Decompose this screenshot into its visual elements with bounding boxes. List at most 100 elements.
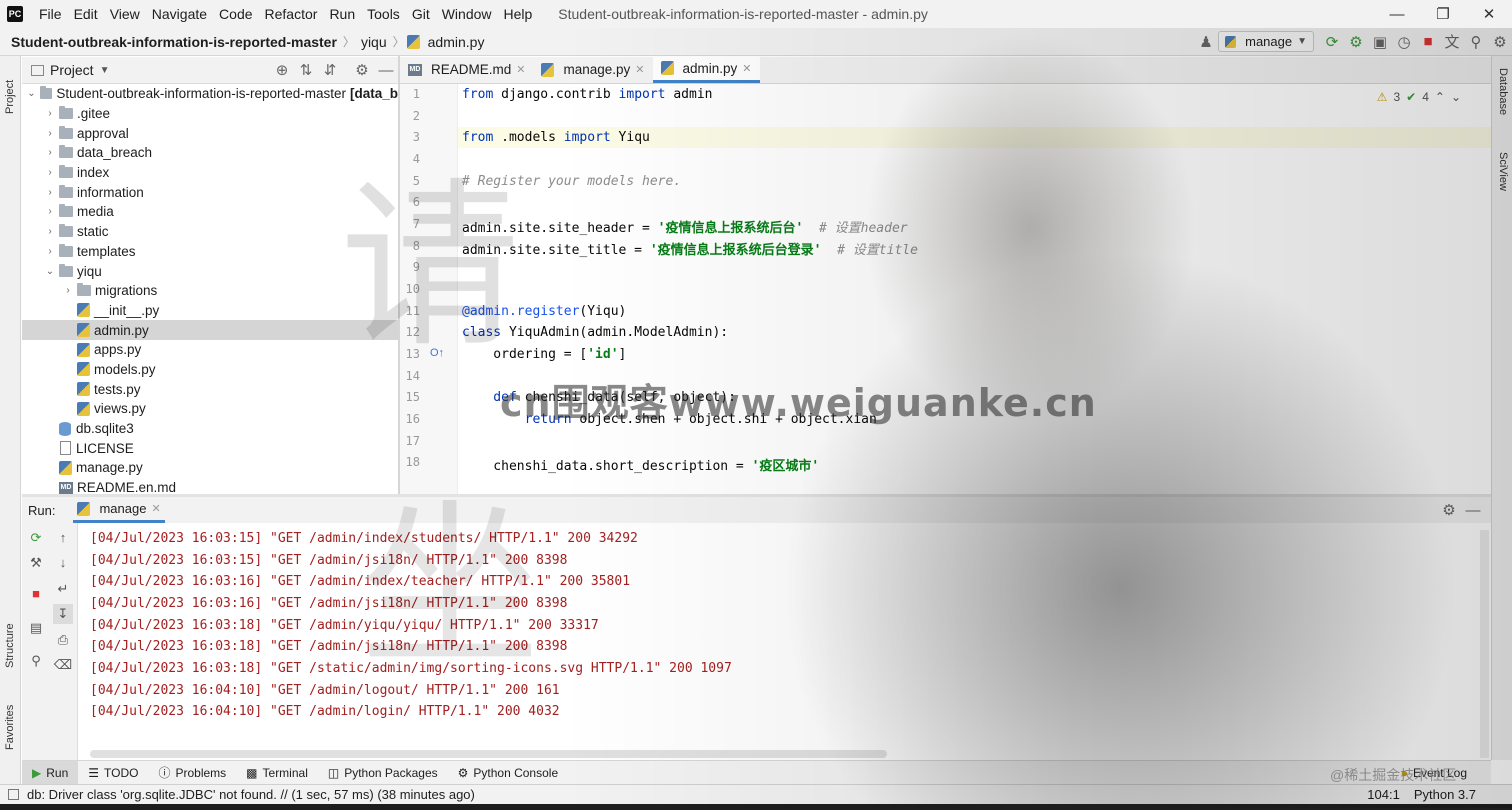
rerun-icon[interactable]: ⟳ [1320, 33, 1344, 51]
chevron-right-icon[interactable]: › [44, 187, 56, 198]
vertical-scrollbar[interactable] [1480, 530, 1489, 758]
menu-file[interactable]: File [33, 0, 68, 28]
tree-item-db-sqlite3[interactable]: db.sqlite3 [22, 419, 398, 439]
settings-gear-icon[interactable]: ⚙ [1488, 33, 1512, 51]
collapse-all-icon[interactable]: ⇵ [318, 61, 342, 79]
tab-event-log[interactable]: ● Event Log [1391, 761, 1477, 785]
chevron-right-icon[interactable]: › [44, 246, 56, 257]
chevron-right-icon[interactable]: › [44, 226, 56, 237]
close-icon[interactable]: ✕ [635, 63, 644, 76]
tab-readme-md[interactable]: MD README.md ✕ [400, 56, 533, 83]
inspection-widget[interactable]: ⚠ 3 ✔ 4 ⌃ ⌄ [1377, 90, 1461, 104]
tree-item-approval[interactable]: › approval [22, 123, 398, 143]
tree-item-readme-en[interactable]: MD README.en.md [22, 478, 398, 494]
chevron-down-icon[interactable]: ⌄ [1451, 90, 1461, 104]
menu-view[interactable]: View [104, 0, 146, 28]
tree-item-media[interactable]: › media [22, 202, 398, 222]
profile-icon[interactable]: ◷ [1392, 33, 1416, 51]
tab-terminal[interactable]: ▩ Terminal [236, 761, 318, 785]
status-toggle-icon[interactable] [8, 789, 19, 800]
cursor-position[interactable]: 104:1 [1367, 787, 1400, 802]
structure-tool-tab[interactable]: Structure [4, 606, 16, 668]
hide-panel-icon[interactable]: — [374, 62, 398, 79]
breadcrumb-project[interactable]: Student-outbreak-information-is-reported… [0, 34, 341, 50]
tree-item-root[interactable]: ⌄ Student-outbreak-information-is-report… [22, 84, 398, 104]
menu-window[interactable]: Window [436, 0, 498, 28]
tree-item-license[interactable]: LICENSE [22, 438, 398, 458]
chevron-right-icon[interactable]: › [44, 147, 56, 158]
horizontal-scrollbar[interactable] [90, 750, 887, 758]
tree-item-information[interactable]: › information [22, 182, 398, 202]
trash-icon[interactable]: ⌫ [53, 655, 73, 675]
run-console[interactable]: [04/Jul/2023 16:03:15] "GET /admin/index… [78, 523, 1480, 760]
tree-item-admin-py[interactable]: admin.py [22, 320, 398, 340]
tree-item-migrations[interactable]: › migrations [22, 281, 398, 301]
translate-icon[interactable]: 文 [1440, 31, 1464, 52]
tree-item-manage-py[interactable]: manage.py [22, 458, 398, 478]
user-icon[interactable]: ♟ [1194, 33, 1218, 51]
hide-panel-icon[interactable]: — [1461, 502, 1485, 519]
sciview-tool-tab[interactable]: SciView [1497, 152, 1509, 191]
wrench-icon[interactable]: ⚒ [26, 553, 46, 573]
chevron-right-icon[interactable]: › [44, 128, 56, 139]
menu-tools[interactable]: Tools [361, 0, 406, 28]
tree-item-apps-py[interactable]: apps.py [22, 340, 398, 360]
tree-item-gitee[interactable]: › .gitee [22, 104, 398, 124]
menu-navigate[interactable]: Navigate [146, 0, 213, 28]
menu-git[interactable]: Git [406, 0, 436, 28]
soft-wrap-icon[interactable]: ↵ [53, 579, 73, 599]
menu-help[interactable]: Help [498, 0, 539, 28]
chevron-down-icon[interactable]: ▼ [100, 65, 110, 76]
tree-item-templates[interactable]: › templates [22, 242, 398, 262]
tree-item-data-breach[interactable]: › data_breach [22, 143, 398, 163]
tree-item-yiqu[interactable]: ⌄ yiqu [22, 261, 398, 281]
tree-item-index[interactable]: › index [22, 163, 398, 183]
menu-run[interactable]: Run [323, 0, 361, 28]
breadcrumb-admin-py[interactable]: admin.py [424, 34, 489, 50]
restore-icon[interactable]: ❐ [1420, 0, 1466, 28]
minimize-icon[interactable]: — [1374, 0, 1420, 28]
database-tool-tab[interactable]: Database [1497, 68, 1509, 115]
python-interpreter[interactable]: Python 3.7 [1414, 787, 1476, 802]
chevron-right-icon[interactable]: › [44, 167, 56, 178]
close-icon[interactable]: ✕ [742, 62, 751, 75]
chevron-right-icon[interactable]: › [62, 285, 74, 296]
search-icon[interactable]: ⚲ [1464, 33, 1488, 51]
scroll-to-end-icon[interactable]: ↧ [53, 604, 73, 624]
breadcrumb-yiqu[interactable]: yiqu [357, 34, 391, 50]
tab-todo[interactable]: ☰ TODO [78, 761, 148, 785]
chevron-up-icon[interactable]: ⌃ [1435, 90, 1445, 104]
tab-python-packages[interactable]: ◫ Python Packages [318, 761, 448, 785]
tab-run[interactable]: ▶ Run [22, 760, 79, 785]
override-marker-icon[interactable]: O↑ [430, 347, 444, 359]
coverage-icon[interactable]: ▣ [1368, 33, 1392, 51]
status-message[interactable]: db: Driver class 'org.sqlite.JDBC' not f… [27, 787, 475, 802]
menu-refactor[interactable]: Refactor [259, 0, 324, 28]
run-config-select[interactable]: manage ▼ [1218, 31, 1314, 52]
close-icon[interactable]: ✕ [151, 502, 160, 515]
favorites-tool-tab[interactable]: Favorites [4, 688, 16, 750]
tree-item-tests-py[interactable]: tests.py [22, 379, 398, 399]
scroll-up-icon[interactable]: ↑ [53, 528, 73, 548]
tree-item-models-py[interactable]: models.py [22, 360, 398, 380]
debug-icon[interactable]: ⚙ [1344, 33, 1368, 51]
tab-manage-py[interactable]: manage.py ✕ [533, 56, 652, 83]
tab-problems[interactable]: ⓘ Problems [148, 761, 236, 785]
pin-icon[interactable]: ⚲ [26, 651, 46, 671]
rerun-icon[interactable]: ⟳ [26, 528, 46, 548]
tab-python-console[interactable]: ⚙ Python Console [448, 761, 569, 785]
print-icon[interactable]: ⎙ [53, 630, 73, 650]
chevron-down-icon[interactable]: ⌄ [26, 88, 37, 99]
expand-all-icon[interactable]: ⇅ [294, 61, 318, 79]
chevron-right-icon[interactable]: › [44, 206, 56, 217]
tree-item-views-py[interactable]: views.py [22, 399, 398, 419]
tab-run-manage[interactable]: manage ✕ [73, 497, 165, 523]
code-editor[interactable]: 1 2 3 4 5 6 7 8 9 10 11 12 13 14 15 16 1… [400, 84, 1491, 494]
stop-icon[interactable]: ■ [1416, 33, 1440, 50]
close-icon[interactable]: ✕ [516, 63, 525, 76]
gear-icon[interactable]: ⚙ [1437, 501, 1461, 519]
tree-item-init-py[interactable]: __init__.py [22, 301, 398, 321]
stop-icon[interactable]: ■ [26, 584, 46, 604]
locate-icon[interactable]: ⊕ [270, 61, 294, 79]
chevron-right-icon[interactable]: › [44, 108, 56, 119]
